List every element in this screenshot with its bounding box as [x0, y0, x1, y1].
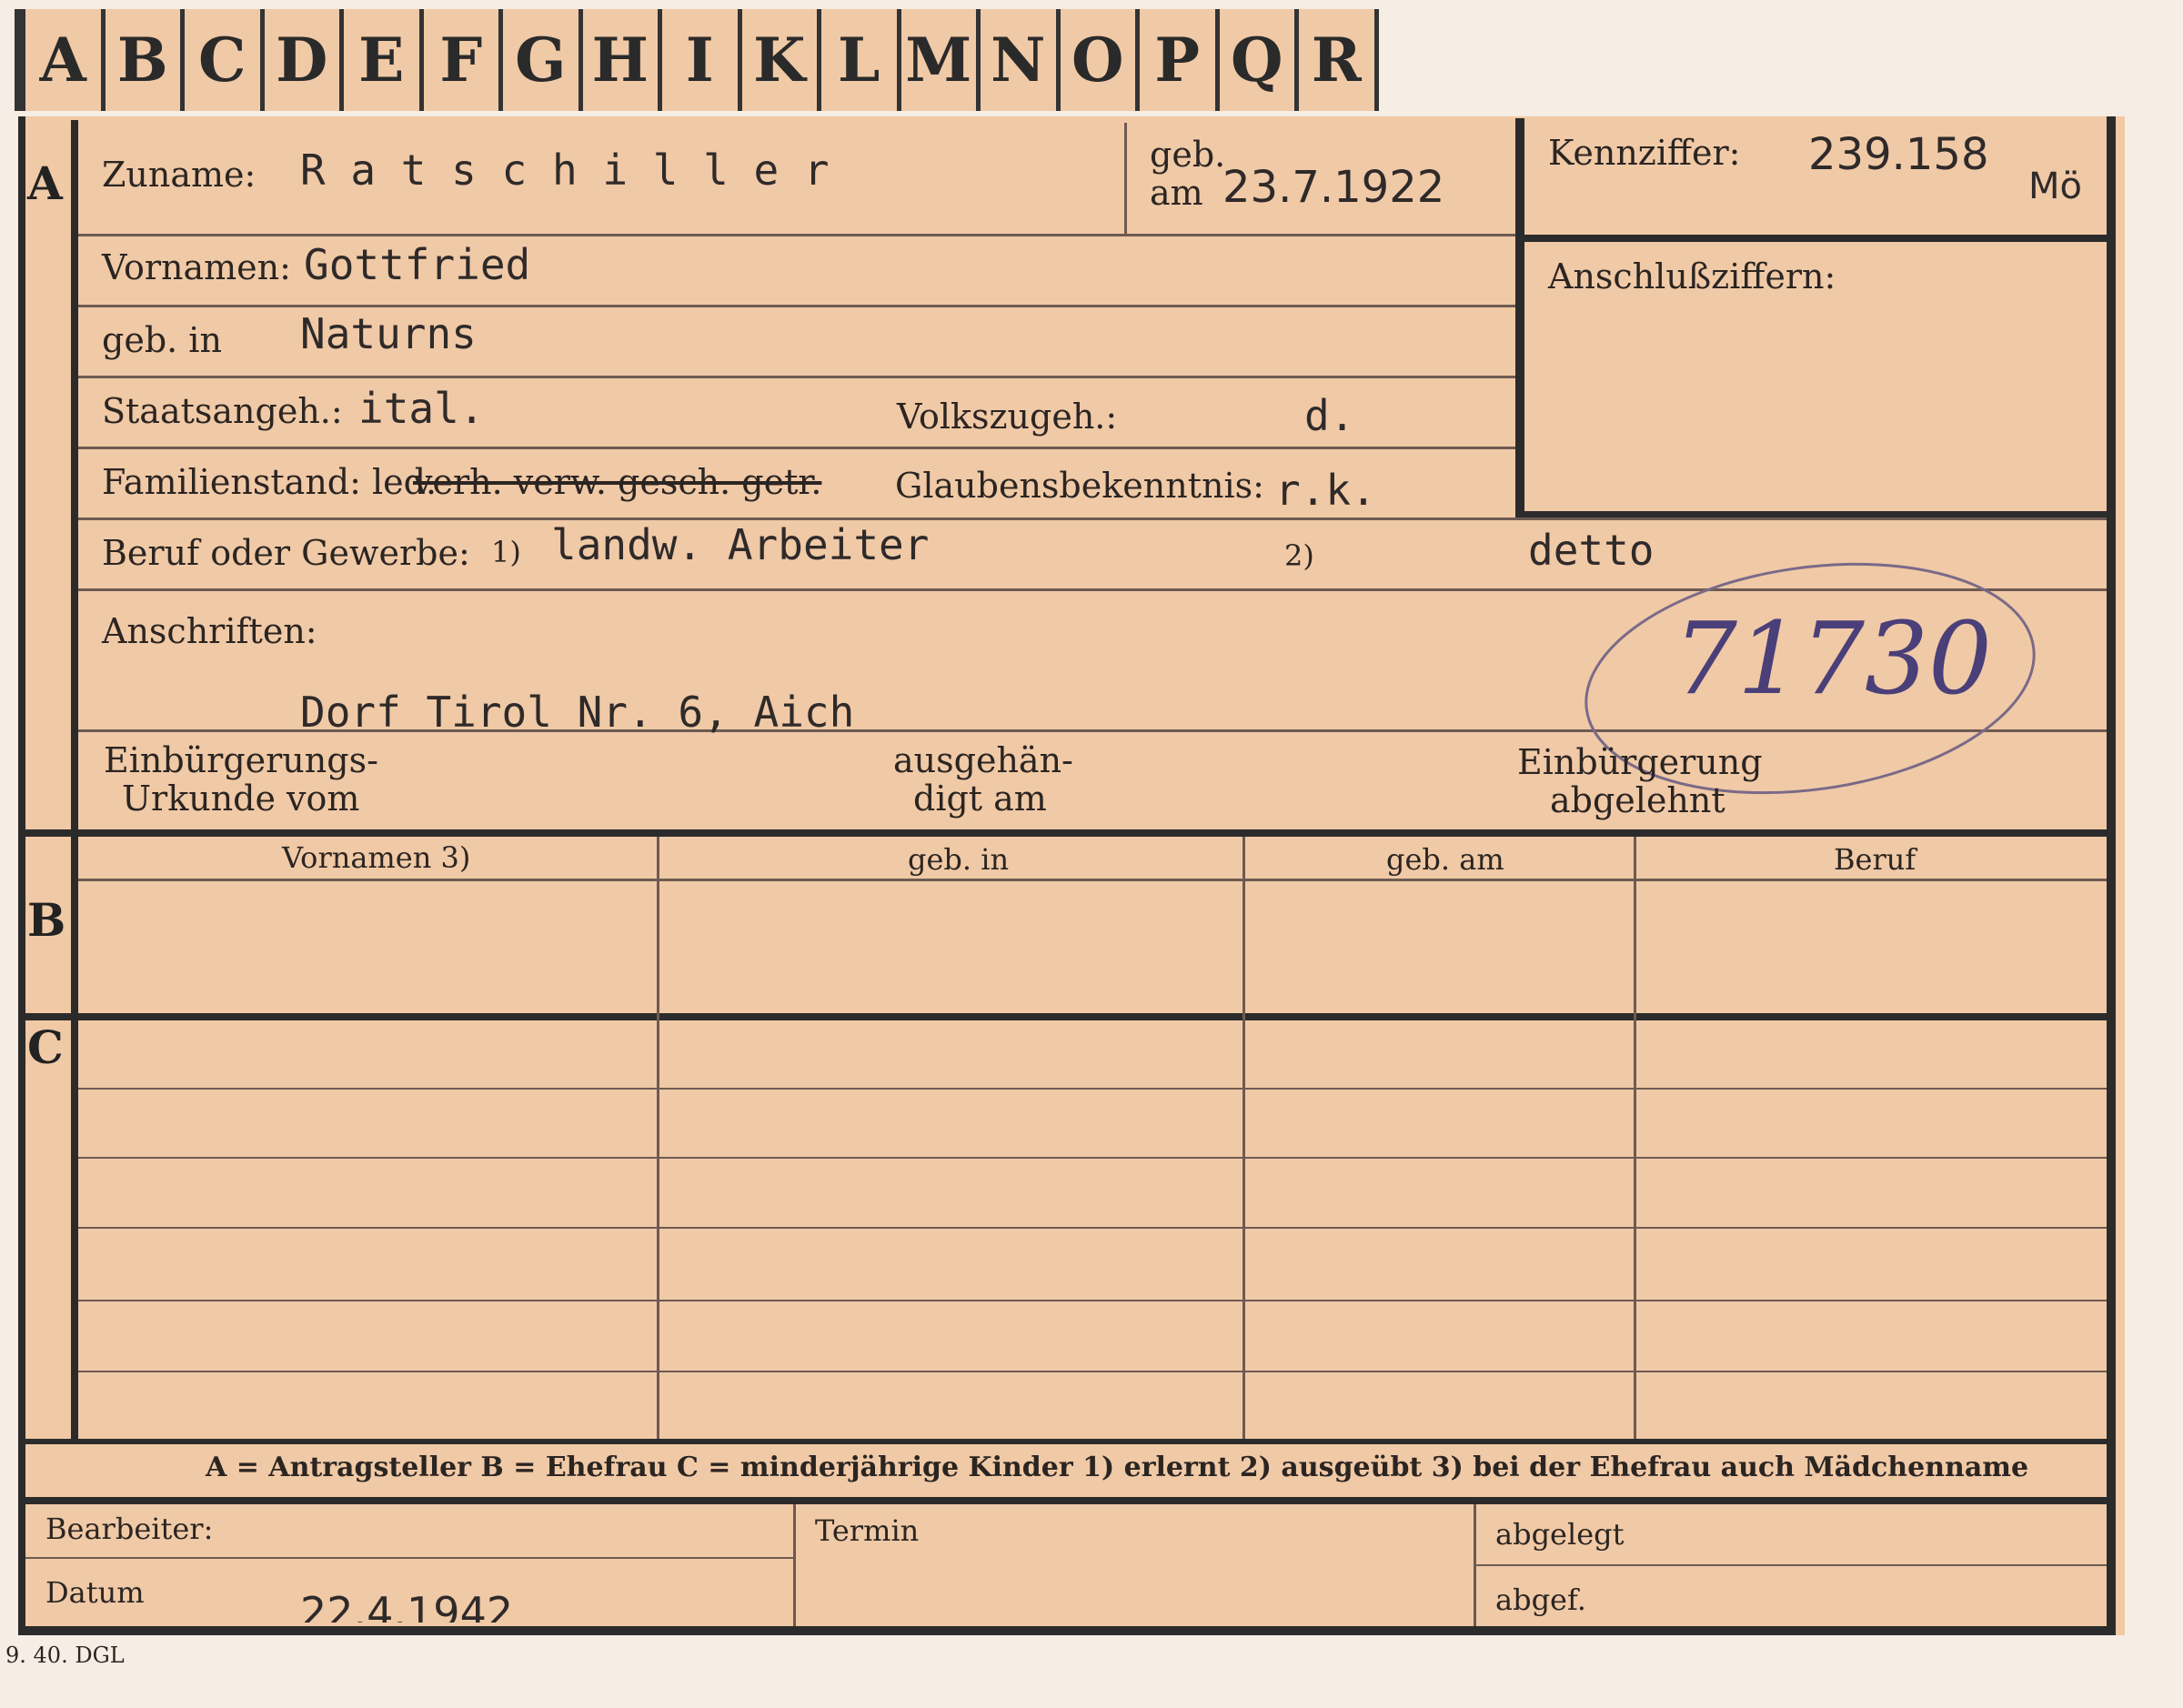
footnote-2-marker: 2) [1284, 538, 1314, 573]
column-header-birthplace: geb. in [908, 842, 1010, 877]
section-c-letter: C [27, 1020, 64, 1074]
tab-letter-l: L [821, 9, 901, 111]
issued-label-line2: digt am [913, 779, 1047, 819]
table-row-rule [78, 1088, 2107, 1090]
issued-label-line1: ausgehän- [893, 740, 1073, 780]
tab-letter-i: I [662, 9, 742, 111]
filed-label-2: abgef. [1495, 1582, 1586, 1617]
column-header-first-names: Vornamen 3) [282, 840, 471, 875]
filed-label: abgelegt [1495, 1517, 1625, 1552]
tab-letter-k: K [741, 9, 821, 111]
address-value: Dorf Tirol Nr. 6, Aich [300, 688, 855, 737]
born-field-divider [1124, 123, 1127, 234]
deadline-label: Termin [815, 1513, 920, 1548]
naturalization-label-line1: Einbürgerungs- [104, 740, 378, 780]
rule [78, 447, 1515, 449]
born-label: geb. [1150, 135, 1226, 175]
id-label: Kennziffer: [1548, 133, 1741, 173]
id-box-left-border [1515, 118, 1524, 518]
surname-value: R a t s c h i l l e r [300, 146, 830, 195]
card-left-edge [18, 116, 25, 1635]
table-column-rule [1242, 837, 1245, 1439]
tab-letter-g: G [503, 9, 583, 111]
id-box-divider [1515, 235, 2107, 242]
rule [78, 305, 1515, 307]
card-bottom-edge [18, 1626, 2116, 1635]
legend-text: A = Antragsteller B = Ehefrau C = minder… [206, 1452, 2029, 1483]
column-header-birth-date: geb. am [1386, 842, 1504, 877]
ethnicity-label: Volkszugeh.: [897, 397, 1118, 437]
first-name-value: Gottfried [304, 240, 531, 289]
citizenship-label: Staatsangeh.: [102, 391, 343, 431]
card-right-edge [2107, 116, 2116, 1635]
date-value: 22.4.1942 [300, 1588, 514, 1623]
birthplace-value: Naturns [300, 309, 477, 358]
table-column-rule [1634, 837, 1636, 1439]
born-date-value: 23.7.1922 [1222, 162, 1445, 213]
tab-bar-edge [15, 9, 25, 111]
naturalization-label-line2: Urkunde vom [122, 779, 360, 819]
religion-label: Glaubensbekenntnis: [895, 466, 1264, 506]
id-number-value: 239.158 [1808, 129, 1989, 180]
section-a-letter: A [27, 156, 63, 210]
section-column-rule [71, 120, 78, 1439]
rule [78, 234, 1515, 236]
section-a-b-separator [18, 829, 2107, 837]
tab-letter-r: R [1299, 9, 1379, 111]
print-mark: 9. 40. DGL [5, 1643, 125, 1668]
tab-letter-h: H [582, 9, 662, 111]
footer-row-rule [1475, 1564, 2107, 1566]
table-column-rule [657, 837, 659, 1439]
rejected-label-line2: abgelehnt [1550, 780, 1725, 820]
occupation-learned-value: landw. Arbeiter [551, 520, 930, 569]
surname-label: Zuname: [102, 155, 257, 195]
legend-bottom-rule [18, 1497, 2107, 1504]
tab-letter-a: A [25, 9, 106, 111]
stamp-number: 71730 [1674, 600, 1992, 717]
section-c-end [18, 1439, 2107, 1444]
link-numbers-label: Anschlußziffern: [1548, 256, 1836, 296]
religion-value: r.k. [1275, 466, 1376, 515]
born-on-label: am [1150, 173, 1203, 213]
address-label: Anschriften: [102, 611, 317, 651]
table-row-rule [78, 1371, 2107, 1372]
birthplace-label: geb. in [102, 320, 222, 360]
section-b-letter: B [27, 893, 66, 947]
footer-column-rule [793, 1504, 796, 1626]
clerk-label: Bearbeiter: [45, 1512, 214, 1546]
section-b-c-separator [18, 1013, 2107, 1020]
tab-letter-d: D [264, 9, 344, 111]
tab-letter-f: F [423, 9, 503, 111]
rejected-label-line1: Einbürgerung [1517, 742, 1763, 782]
table-header-rule [78, 879, 2107, 881]
rule [78, 517, 2107, 520]
column-header-occupation: Beruf [1834, 842, 1916, 877]
table-row-rule [78, 1227, 2107, 1229]
citizenship-value: ital. [358, 384, 485, 433]
marital-status-label: Familienstand: led. [102, 462, 438, 502]
footer-row-rule [25, 1557, 793, 1559]
footnote-1-marker: 1) [491, 535, 521, 569]
tab-letter-c: C [185, 9, 265, 111]
id-suffix-value: Mö [2028, 166, 2082, 207]
table-row-rule [78, 1157, 2107, 1159]
date-label: Datum [45, 1575, 145, 1610]
occupation-label: Beruf oder Gewerbe: [102, 533, 470, 573]
tab-letter-p: P [1140, 9, 1220, 111]
ethnicity-value: d. [1304, 391, 1355, 440]
tab-letter-n: N [981, 9, 1061, 111]
table-row-rule [78, 1300, 2107, 1301]
tab-letter-o: O [1060, 9, 1140, 111]
tab-letter-m: M [900, 9, 981, 111]
tab-letter-e: E [344, 9, 424, 111]
marital-status-struck-options: verh. verw. gesch. getr. [413, 462, 822, 502]
first-name-label: Vornamen: [102, 247, 291, 287]
tab-letter-q: Q [1219, 9, 1299, 111]
tab-letter-b: B [105, 9, 185, 111]
rule [78, 376, 1515, 378]
